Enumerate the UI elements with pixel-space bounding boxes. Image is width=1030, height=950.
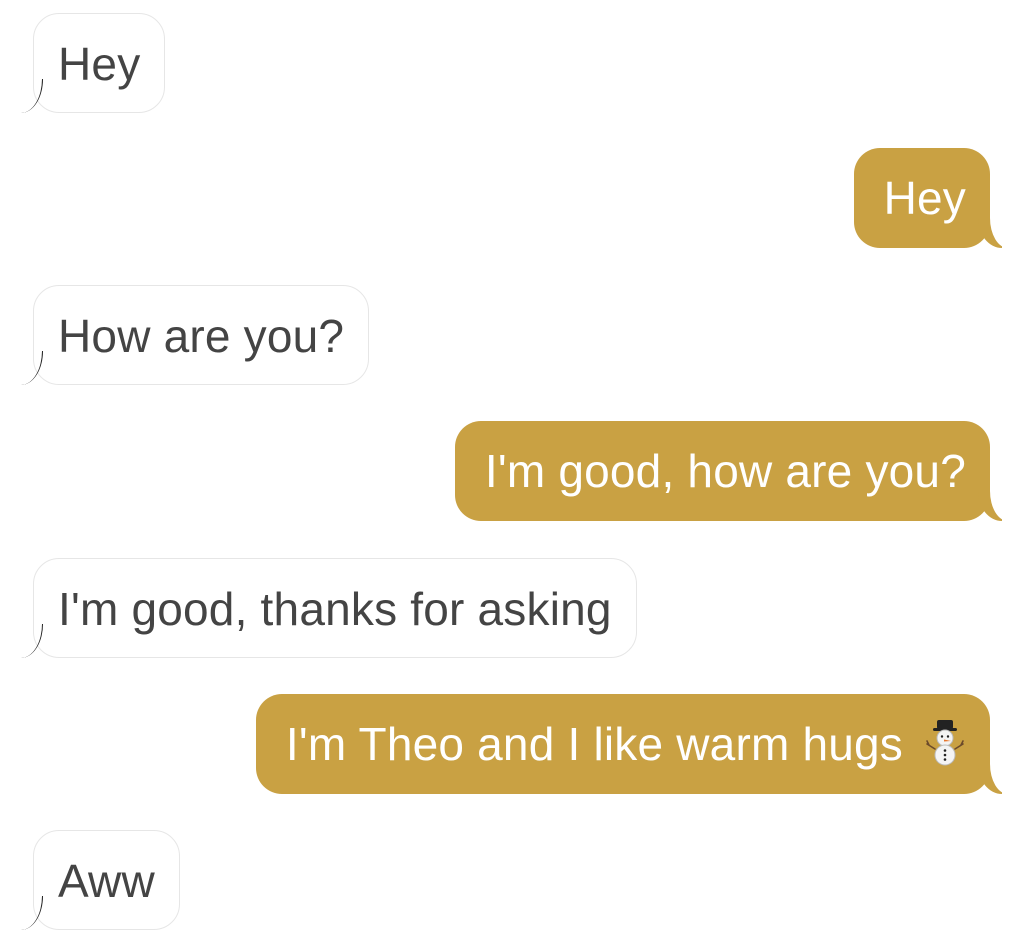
message-text: I'm good, thanks for asking xyxy=(58,583,612,635)
message-received: Hey xyxy=(33,13,166,113)
message-text: I'm Theo and I like warm hugs xyxy=(285,718,904,770)
message-sent: Hey xyxy=(853,148,1009,248)
snowman-icon xyxy=(926,720,964,766)
message-received: I'm good, thanks for asking xyxy=(33,558,637,658)
message-text: How are you? xyxy=(58,310,345,362)
message-text: Aww xyxy=(58,855,155,907)
message-sent: I'm good, how are you? xyxy=(454,421,1009,521)
message-received: How are you? xyxy=(33,285,370,385)
message-text: I'm good, how are you? xyxy=(484,445,966,497)
message-received: Aww xyxy=(33,830,180,930)
message-text: Hey xyxy=(58,38,141,90)
chat-thread: Hey Hey How are you? I'm good, how are y… xyxy=(0,0,1030,950)
message-text: Hey xyxy=(883,172,966,224)
message-sent: I'm Theo and I like warm hugs xyxy=(255,694,1009,794)
